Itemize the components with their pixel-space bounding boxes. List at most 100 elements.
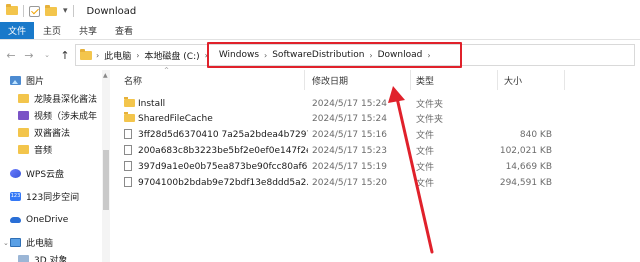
column-divider[interactable] — [410, 70, 411, 90]
recent-locations-chevron-icon[interactable]: ⌄ — [40, 51, 54, 59]
folder-icon — [18, 128, 29, 137]
video-icon — [18, 111, 29, 120]
item-date: 2024/5/17 15:19 — [312, 161, 387, 172]
annotation-highlight-box — [207, 42, 462, 68]
new-folder-icon[interactable] — [45, 4, 57, 16]
navigation-pane: 图片 龙陵县深化酱法 视频（涉未成年 双酱酱法 音频 WPS云盘 123 123… — [0, 70, 112, 262]
folder-icon — [124, 97, 135, 107]
folder-icon — [18, 94, 29, 103]
file-icon — [124, 177, 132, 187]
divider — [72, 5, 74, 17]
divider — [23, 5, 24, 17]
item-name: Install — [138, 98, 166, 109]
file-icon — [124, 161, 132, 171]
tab-home[interactable]: 主页 — [34, 22, 70, 39]
folder-icon — [6, 4, 18, 16]
title-bar: ▾ Download — [0, 0, 640, 22]
column-header-type[interactable]: 类型 — [416, 70, 496, 90]
breadcrumb-separator-icon[interactable]: › — [134, 51, 141, 60]
nav-scrollbar[interactable]: ▲ — [102, 70, 110, 262]
nav-item-label: 图片 — [26, 77, 45, 87]
column-header-size[interactable]: 大小 — [504, 70, 564, 90]
breadcrumb-this-pc[interactable]: 此电脑 — [101, 49, 134, 62]
column-header-name[interactable]: ^ 名称 — [124, 67, 309, 90]
item-size: 14,669 KB — [505, 161, 552, 172]
3d-objects-icon — [18, 255, 29, 262]
nav-item-wps-cloud[interactable]: WPS云盘 — [0, 165, 100, 182]
forward-arrow-icon[interactable]: → — [22, 49, 36, 62]
quick-access-dropdown-icon[interactable]: ▾ — [63, 6, 68, 16]
item-type: 文件 — [416, 179, 435, 189]
item-size: 840 KB — [519, 129, 552, 140]
item-name: 3ff28d5d6370410 7a25a2bdea4b7297... — [138, 129, 308, 140]
folder-icon — [80, 48, 92, 60]
item-type: 文件 — [416, 163, 435, 173]
nav-item-label: 3D 对象 — [34, 256, 68, 262]
list-item[interactable]: 3ff28d5d6370410 7a25a2bdea4b7297... 2024… — [112, 127, 640, 142]
breadcrumb-local-disk[interactable]: 本地磁盘 (C:) — [141, 49, 202, 62]
pictures-icon — [10, 76, 21, 85]
item-name: 9704100b2bdab9e72bdf13e8ddd5a2... — [138, 177, 308, 188]
item-date: 2024/5/17 15:24 — [312, 113, 387, 124]
list-item[interactable]: 397d9a1e0e0b75ea873be90fcc80af6... 2024/… — [112, 159, 640, 174]
item-date: 2024/5/17 15:20 — [312, 177, 387, 188]
expand-chevron-icon[interactable]: ⌄ — [3, 239, 9, 247]
folder-icon — [18, 145, 29, 154]
sync-space-icon: 123 — [10, 192, 21, 201]
window-title: Download — [86, 5, 137, 17]
file-icon — [124, 145, 132, 155]
nav-item-label: 视频（涉未成年 — [34, 112, 98, 122]
nav-item-label: 123同步空间 — [26, 193, 80, 203]
item-name: SharedFileCache — [138, 113, 213, 124]
file-icon — [124, 129, 132, 139]
item-name: 200a683c8b3223be5bf2e0ef0e147f2e... — [138, 145, 308, 156]
column-divider[interactable] — [304, 70, 305, 90]
nav-item-123-sync[interactable]: 123 123同步空间 — [0, 188, 100, 205]
item-type: 文件 — [416, 131, 435, 141]
nav-item-label: OneDrive — [26, 214, 69, 225]
list-item[interactable]: SharedFileCache 2024/5/17 15:24 文件夹 — [112, 111, 640, 126]
nav-item-audio[interactable]: 音频 — [0, 141, 100, 158]
item-type: 文件 — [416, 147, 435, 157]
pc-icon — [10, 238, 21, 247]
list-item[interactable]: 200a683c8b3223be5bf2e0ef0e147f2e... 2024… — [112, 143, 640, 158]
nav-item-label: 音频 — [34, 146, 53, 156]
item-type: 文件夹 — [416, 115, 444, 125]
nav-item-this-pc[interactable]: ⌄ 此电脑 — [0, 234, 100, 251]
nav-item-label: 双酱酱法 — [34, 129, 71, 139]
nav-item-label: 龙陵县深化酱法 — [34, 95, 98, 105]
item-size: 294,591 KB — [499, 177, 552, 188]
column-divider[interactable] — [564, 70, 565, 90]
properties-check-icon[interactable] — [29, 5, 40, 17]
nav-item-folder[interactable]: 龙陵县深化酱法 — [0, 90, 100, 107]
nav-item-label: WPS云盘 — [26, 170, 65, 180]
item-name: 397d9a1e0e0b75ea873be90fcc80af6... — [138, 161, 308, 172]
list-item[interactable]: 9704100b2bdab9e72bdf13e8ddd5a2... 2024/5… — [112, 175, 640, 190]
list-item[interactable]: Install 2024/5/17 15:24 文件夹 — [112, 96, 640, 111]
nav-item-3d-objects[interactable]: 3D 对象 — [0, 251, 100, 262]
nav-item-label: 此电脑 — [26, 239, 54, 249]
column-divider[interactable] — [497, 70, 498, 90]
tab-share[interactable]: 共享 — [70, 22, 106, 39]
nav-item-pictures[interactable]: 图片 — [0, 72, 100, 89]
tab-view[interactable]: 查看 — [106, 22, 142, 39]
item-size: 102,021 KB — [499, 145, 552, 156]
onedrive-icon — [10, 216, 21, 223]
tab-file[interactable]: 文件 — [0, 22, 35, 39]
item-date: 2024/5/17 15:16 — [312, 129, 387, 140]
wps-cloud-icon — [10, 169, 21, 178]
column-header-date[interactable]: 修改日期 — [312, 70, 410, 90]
item-type: 文件夹 — [416, 100, 444, 110]
scrollbar-thumb[interactable] — [103, 150, 109, 210]
scroll-up-icon[interactable]: ▲ — [103, 72, 108, 79]
ribbon-tabs: 文件 主页 共享 查看 — [0, 22, 640, 40]
item-date: 2024/5/17 15:23 — [312, 145, 387, 156]
nav-item-onedrive[interactable]: OneDrive — [0, 211, 100, 228]
nav-item-video-folder[interactable]: 视频（涉未成年 — [0, 107, 100, 124]
item-date: 2024/5/17 15:24 — [312, 98, 387, 109]
folder-icon — [124, 112, 135, 122]
back-arrow-icon[interactable]: ← — [4, 49, 18, 62]
up-arrow-icon[interactable]: ↑ — [58, 49, 72, 62]
nav-item-folder[interactable]: 双酱酱法 — [0, 124, 100, 141]
breadcrumb-separator-icon[interactable]: › — [94, 51, 101, 60]
